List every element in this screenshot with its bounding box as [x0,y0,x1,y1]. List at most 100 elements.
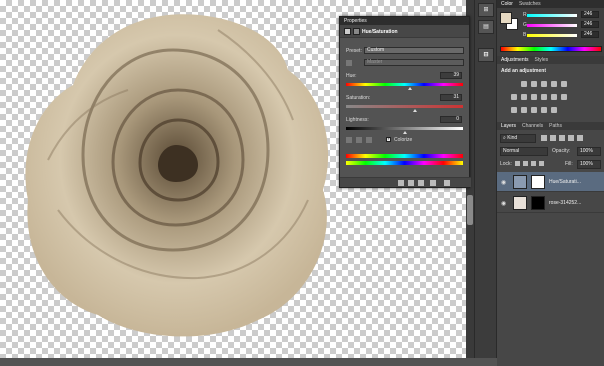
colorize-label: Colorize [394,137,413,143]
panel-dock: ⊞ ▤ ⊟ [474,0,496,358]
lock-pixels-icon[interactable] [523,161,528,166]
adjustments-title: Add an adjustment [501,68,547,74]
rose-image [25,14,329,337]
colorize-checkbox[interactable]: ✓ [386,137,391,142]
saturation-label: Saturation: [346,95,371,101]
gradient-map-icon[interactable] [541,107,547,113]
tab-adjustments[interactable]: Adjustments [501,57,529,63]
lightness-label: Lightness: [346,117,369,123]
visibility-eye-icon[interactable]: ◉ [501,200,506,207]
saturation-value[interactable]: 31 [440,94,462,101]
color-balance-icon[interactable] [521,94,527,100]
eyedropper-plus-icon[interactable] [356,137,362,143]
exposure-icon[interactable] [551,81,557,87]
threshold-icon[interactable] [531,107,537,113]
visibility-eye-icon[interactable]: ◉ [501,179,506,186]
adjustment-layer-icon[interactable] [344,28,351,35]
adjustment-layer-thumbnail [513,175,527,189]
delete-icon[interactable] [444,180,450,186]
lightness-slider[interactable] [346,127,463,130]
eyedropper-icon[interactable] [346,137,352,143]
view-previous-icon[interactable] [408,180,414,186]
invert-icon[interactable] [511,107,517,113]
green-value[interactable]: 246 [581,21,599,28]
scrollbar-thumb[interactable] [467,195,473,225]
vibrance-icon[interactable] [561,81,567,87]
blue-value[interactable]: 246 [581,31,599,38]
pixel-filter-icon[interactable] [541,135,547,141]
layer-mask-thumbnail[interactable] [531,175,545,189]
curves-icon[interactable] [541,81,547,87]
lock-transparent-icon[interactable] [515,161,520,166]
color-panel: R 246 G 246 B 246 [497,8,604,56]
adjustments-panel-tabs: Adjustments Styles [497,56,604,64]
hue-value[interactable]: 39 [440,72,462,79]
blend-mode-select[interactable]: Normal [500,147,548,156]
clip-to-layer-icon[interactable] [398,180,404,186]
adjustment-filter-icon[interactable] [550,135,556,141]
layer-row-hue-saturation[interactable]: ◉ Hue/Saturati... [497,172,604,192]
fill-value[interactable]: 100% [577,160,601,169]
preset-select[interactable]: Custom [364,47,464,54]
red-value[interactable]: 246 [581,11,599,18]
adjustments-panel: Add an adjustment [497,64,604,122]
saturation-slider-knob[interactable] [413,109,417,112]
visibility-icon[interactable] [430,180,436,186]
tab-layers[interactable]: Layers [501,123,516,129]
smart-object-filter-icon[interactable] [577,135,583,141]
dock-history-icon[interactable]: ⊞ [478,3,494,17]
black-white-icon[interactable] [531,94,537,100]
lightness-slider-knob[interactable] [403,131,407,134]
red-slider[interactable] [527,14,577,17]
photo-filter-icon[interactable] [541,94,547,100]
mask-icon[interactable] [353,28,360,35]
blue-label: B [523,32,527,38]
blue-slider[interactable] [527,34,577,37]
channel-mixer-icon[interactable] [551,94,557,100]
tab-swatches[interactable]: Swatches [519,1,541,7]
hue-saturation-icon[interactable] [511,94,517,100]
green-slider[interactable] [527,24,577,27]
filter-kind-value: Kind [507,135,518,141]
hand-tool-icon[interactable] [346,60,352,66]
properties-toolbar [340,177,471,187]
color-spectrum-ramp[interactable] [500,46,602,52]
fill-label: Fill: [565,161,573,167]
foreground-color-swatch[interactable] [500,12,512,24]
preset-label: Preset: [346,48,362,54]
layer-name[interactable]: Hue/Saturati... [549,179,599,185]
levels-icon[interactable] [531,81,537,87]
opacity-value[interactable]: 100% [577,147,601,156]
tab-color[interactable]: Color [501,1,513,7]
tab-paths[interactable]: Paths [549,123,562,129]
eyedropper-minus-icon[interactable] [366,137,372,143]
layer-name[interactable]: rose-314252... [549,200,599,206]
hue-slider[interactable] [346,83,463,86]
hue-slider-knob[interactable] [408,87,412,90]
layers-panel: Layers Channels Paths ⌕ Kind Normal Opac… [497,122,604,366]
lightness-value[interactable]: 0 [440,116,462,123]
channel-select[interactable]: Master [364,59,464,66]
dock-styles-icon[interactable]: ▤ [478,20,494,34]
brightness-icon[interactable] [521,81,527,87]
properties-title: Properties [340,17,469,25]
lock-label: Lock: [500,161,512,167]
filter-kind-select[interactable]: ⌕ Kind [500,134,536,143]
right-panel-column: Color Swatches R 246 G 246 B 246 Adjustm… [496,0,604,366]
layer-row-rose[interactable]: ◉ rose-314252... [497,193,604,213]
red-slider-row: R 246 [523,11,603,18]
tab-channels[interactable]: Channels [522,123,543,129]
shape-filter-icon[interactable] [568,135,574,141]
tab-styles[interactable]: Styles [535,57,549,63]
lock-all-icon[interactable] [539,161,544,166]
selective-color-icon[interactable] [551,107,557,113]
hue-range-bar-top [346,154,463,158]
rose-mask-thumbnail[interactable] [531,196,545,210]
saturation-slider[interactable] [346,105,463,108]
type-filter-icon[interactable] [559,135,565,141]
color-lookup-icon[interactable] [561,94,567,100]
reset-icon[interactable] [418,180,424,186]
dock-properties-icon[interactable]: ⊟ [478,48,494,62]
posterize-icon[interactable] [521,107,527,113]
lock-position-icon[interactable] [531,161,536,166]
